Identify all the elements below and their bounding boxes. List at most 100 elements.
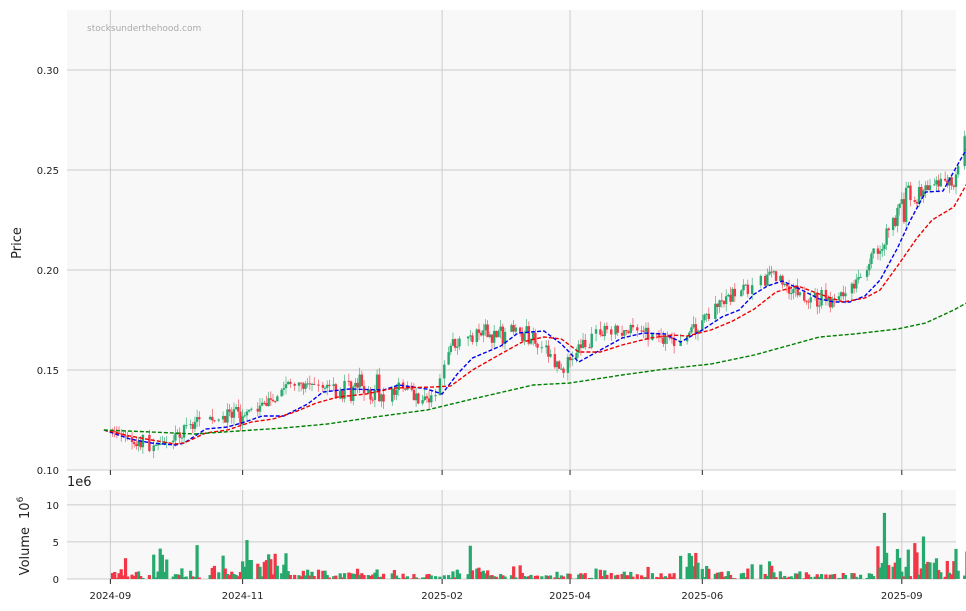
price-tick-label: 0.15 xyxy=(37,366,59,377)
candle-body xyxy=(182,425,186,438)
candle-body xyxy=(375,374,379,390)
candle-body xyxy=(891,217,895,231)
candle-body xyxy=(594,329,598,334)
candle-body xyxy=(933,184,936,186)
candle-body xyxy=(588,347,591,349)
x-tick-label: 2024-09 xyxy=(89,591,131,602)
candle-body xyxy=(404,388,407,390)
candle-body xyxy=(790,293,793,295)
candle-body xyxy=(213,420,216,422)
candle-body xyxy=(310,383,314,385)
candle-body xyxy=(234,407,238,410)
candle-body xyxy=(217,419,220,421)
volume-bar xyxy=(605,574,609,579)
candle-body xyxy=(328,384,331,386)
candle-body xyxy=(499,326,502,331)
candle-body xyxy=(829,297,832,308)
candle-body xyxy=(779,275,782,281)
candle-body xyxy=(273,401,277,403)
watermark-text: stocksunderthehood.com xyxy=(87,24,201,34)
volume-bar xyxy=(568,573,572,579)
volume-bar xyxy=(646,566,650,579)
candle-body xyxy=(939,178,943,187)
volume-bar xyxy=(631,576,635,579)
candle-body xyxy=(430,395,433,403)
volume-bar xyxy=(405,576,410,579)
candle-body xyxy=(373,389,377,400)
candle-body xyxy=(629,324,632,334)
candle-body xyxy=(805,300,808,302)
candle-body xyxy=(185,425,188,427)
candle-body xyxy=(913,200,917,202)
candle-body xyxy=(560,368,563,370)
candle-body xyxy=(490,334,494,343)
candle-body xyxy=(475,329,479,343)
candle-body xyxy=(954,174,958,187)
x-tick-label: 2025-02 xyxy=(421,591,463,602)
candle-body xyxy=(208,416,212,420)
candle-body xyxy=(256,408,260,412)
volume-bar xyxy=(249,559,253,579)
candle-body xyxy=(644,327,648,332)
candle-body xyxy=(280,389,283,397)
volume-bar xyxy=(141,577,145,579)
candle-body xyxy=(237,407,240,412)
volume-bar xyxy=(293,574,297,579)
candle-body xyxy=(369,389,372,400)
candle-body xyxy=(701,320,704,331)
candle-body xyxy=(180,437,184,439)
volume-bar xyxy=(197,577,201,579)
candle-body xyxy=(449,345,452,353)
volume-bar xyxy=(887,565,891,579)
candle-body xyxy=(724,296,728,305)
candle-body xyxy=(575,352,578,359)
candle-body xyxy=(640,330,643,332)
candle-body xyxy=(956,166,960,175)
volume-bar xyxy=(590,577,594,579)
candle-body xyxy=(722,300,726,305)
candle-body xyxy=(759,275,763,286)
candle-body xyxy=(579,344,583,348)
candle-body xyxy=(599,329,602,335)
candle-body xyxy=(842,292,845,297)
candle-body xyxy=(692,324,695,328)
volume-bar xyxy=(672,573,676,579)
volume-bar xyxy=(561,576,566,579)
volume-bar xyxy=(616,574,620,579)
volume-bar xyxy=(906,549,910,579)
candle-body xyxy=(484,324,487,331)
candle-body xyxy=(514,327,518,332)
candle-body xyxy=(731,288,734,302)
volume-bar xyxy=(429,575,433,579)
candle-body xyxy=(458,338,461,347)
candle-body xyxy=(412,389,416,401)
candle-body xyxy=(347,380,351,382)
candle-body xyxy=(154,444,158,446)
volume-bar xyxy=(928,562,932,579)
candle-body xyxy=(872,248,875,254)
volume-bar xyxy=(512,566,516,579)
candle-body xyxy=(258,405,262,412)
candle-body xyxy=(382,394,385,402)
candle-body xyxy=(263,402,266,404)
candle-body xyxy=(497,330,500,338)
volume-bar xyxy=(583,573,587,579)
candle-body xyxy=(349,381,353,401)
volume-bar xyxy=(503,576,507,579)
candle-body xyxy=(427,398,431,403)
candle-body xyxy=(510,325,513,332)
candle-body xyxy=(705,313,708,315)
candle-body xyxy=(703,314,706,321)
candle-body xyxy=(518,327,522,333)
candle-body xyxy=(716,303,719,307)
candle-body xyxy=(926,185,930,191)
candle-body xyxy=(859,276,862,278)
candle-body xyxy=(308,383,312,385)
candle-body xyxy=(907,185,910,188)
volume-axis-label: Volume 106 xyxy=(16,496,33,575)
candle-body xyxy=(904,187,908,222)
candle-body xyxy=(341,390,344,399)
volume-axis-label-main: Volume xyxy=(18,527,33,575)
candle-body xyxy=(555,361,559,368)
candle-body xyxy=(547,345,550,357)
